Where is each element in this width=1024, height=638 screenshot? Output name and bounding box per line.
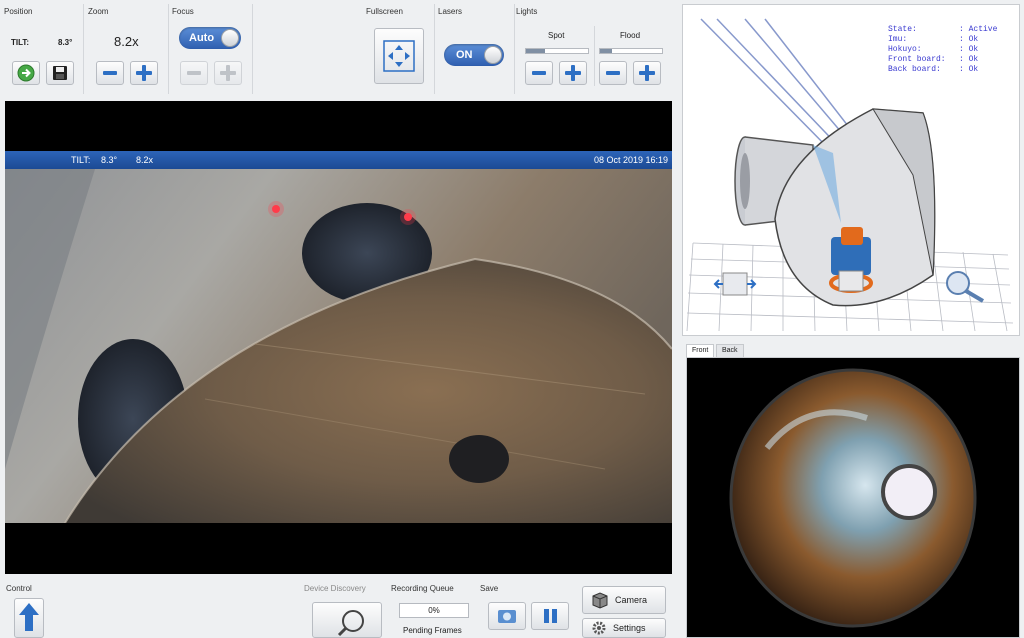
position-title: Position <box>4 7 33 16</box>
separator <box>434 4 435 94</box>
status-value-front-board: : Ok <box>959 55 979 64</box>
minus-icon <box>103 71 117 75</box>
status-value-hokuyo: : Ok <box>959 45 979 54</box>
tab-front[interactable]: Front <box>686 344 715 357</box>
floppy-disk-icon <box>53 66 67 80</box>
status-key-front-board: Front board: <box>888 55 946 64</box>
status-key-imu: Imu: <box>888 35 908 44</box>
video-tilt-label: TILT: <box>71 155 91 165</box>
pending-frames-label: Pending Frames <box>403 626 462 635</box>
pause-recording-button[interactable] <box>531 602 569 630</box>
position-tilt-label: TILT: <box>11 38 30 47</box>
fullscreen-arrows-icon <box>383 40 415 72</box>
device-discovery-button[interactable] <box>312 602 382 638</box>
status-values: : Active : Ok : Ok : Ok : Ok <box>959 25 997 75</box>
main-video-view: TILT: 8.3° 8.2x 08 Oct 2019 16:19 <box>5 101 672 574</box>
control-title: Control <box>6 584 32 593</box>
spot-slider-fill <box>526 49 545 53</box>
flood-slider-fill <box>600 49 613 53</box>
recording-queue-progress: 0% <box>399 603 469 618</box>
status-key-state: State: <box>888 25 917 34</box>
camera-button[interactable]: Camera <box>582 586 666 614</box>
fullscreen-title: Fullscreen <box>366 7 403 16</box>
focus-auto-toggle[interactable]: Auto <box>179 27 241 49</box>
toggle-knob <box>484 46 502 64</box>
position-tilt-value: 8.3° <box>58 38 73 47</box>
zoom-out-button[interactable] <box>96 61 124 85</box>
zoom-title: Zoom <box>88 7 109 16</box>
top-toolbar: Position TILT: 8.3° Zoom 8.2x Focus Auto… <box>0 0 676 98</box>
gear-icon <box>592 621 606 635</box>
minus-icon <box>606 71 620 75</box>
flood-label: Flood <box>620 31 641 40</box>
status-value-state: : Active <box>959 25 998 34</box>
fullscreen-button[interactable] <box>374 28 424 84</box>
spot-slider[interactable] <box>525 48 589 54</box>
zoom-in-button[interactable] <box>130 61 158 85</box>
video-tilt-value: 8.3° <box>101 155 118 165</box>
lasers-toggle[interactable]: ON <box>444 44 504 66</box>
focus-auto-label: Auto <box>189 32 215 44</box>
separator <box>252 4 253 94</box>
camera-icon <box>498 610 516 623</box>
recording-queue-title: Recording Queue <box>391 584 454 593</box>
plus-icon <box>639 65 655 81</box>
spot-increase-button[interactable] <box>559 61 587 85</box>
status-value-imu: : Ok <box>959 35 979 44</box>
separator <box>514 4 515 94</box>
spot-decrease-button[interactable] <box>525 61 553 85</box>
plus-icon <box>136 65 152 81</box>
zoom-value: 8.2x <box>114 34 139 49</box>
plus-icon <box>565 65 581 81</box>
video-overlay-bar: TILT: 8.3° 8.2x 08 Oct 2019 16:19 <box>5 151 672 169</box>
video-timestamp: 08 Oct 2019 16:19 <box>593 155 668 165</box>
device-discovery-title: Device Discovery <box>304 584 366 593</box>
separator <box>83 4 84 94</box>
settings-button-label: Settings <box>613 623 646 633</box>
camera-button-label: Camera <box>615 595 648 605</box>
lights-title: Lights <box>516 7 538 16</box>
status-value-back-board: : Ok <box>959 65 979 74</box>
search-icon <box>337 610 364 637</box>
status-keys: State: Imu: Hokuyo: Front board: Back bo… <box>888 25 946 75</box>
magnifier-icon <box>946 271 985 303</box>
settings-button[interactable]: Settings <box>582 618 666 638</box>
separator <box>168 4 169 94</box>
camera-box-icon <box>592 592 608 609</box>
front-camera-view <box>686 357 1020 638</box>
pipe-camera-image <box>5 169 672 523</box>
video-zoom-value: 8.2x <box>136 155 154 165</box>
separator <box>594 26 595 86</box>
recording-queue-percent: 0% <box>428 606 440 615</box>
robot-3d-view: State: Imu: Hokuyo: Front board: Back bo… <box>682 4 1020 336</box>
focus-plus-button[interactable] <box>214 61 242 85</box>
focus-title: Focus <box>172 7 194 16</box>
pause-icon <box>544 609 557 623</box>
status-key-back-board: Back board: <box>888 65 941 74</box>
save-title: Save <box>480 584 499 593</box>
spot-label: Spot <box>548 31 565 40</box>
lasers-on-label: ON <box>456 49 473 61</box>
status-key-hokuyo: Hokuyo: <box>888 45 922 54</box>
toggle-knob <box>221 29 239 47</box>
lasers-title: Lasers <box>438 7 463 16</box>
tab-back[interactable]: Back <box>716 344 744 357</box>
move-forward-button[interactable] <box>14 598 44 638</box>
minus-icon <box>532 71 546 75</box>
save-position-button[interactable] <box>46 61 74 85</box>
flood-increase-button[interactable] <box>633 61 661 85</box>
flood-slider[interactable] <box>599 48 663 54</box>
flood-decrease-button[interactable] <box>599 61 627 85</box>
snapshot-button[interactable] <box>488 602 526 630</box>
arrow-right-icon <box>17 64 35 82</box>
focus-minus-button[interactable] <box>180 61 208 85</box>
minus-icon <box>187 71 201 75</box>
arrow-up-icon <box>19 603 39 631</box>
go-button[interactable] <box>12 61 40 85</box>
plus-icon <box>220 65 236 81</box>
